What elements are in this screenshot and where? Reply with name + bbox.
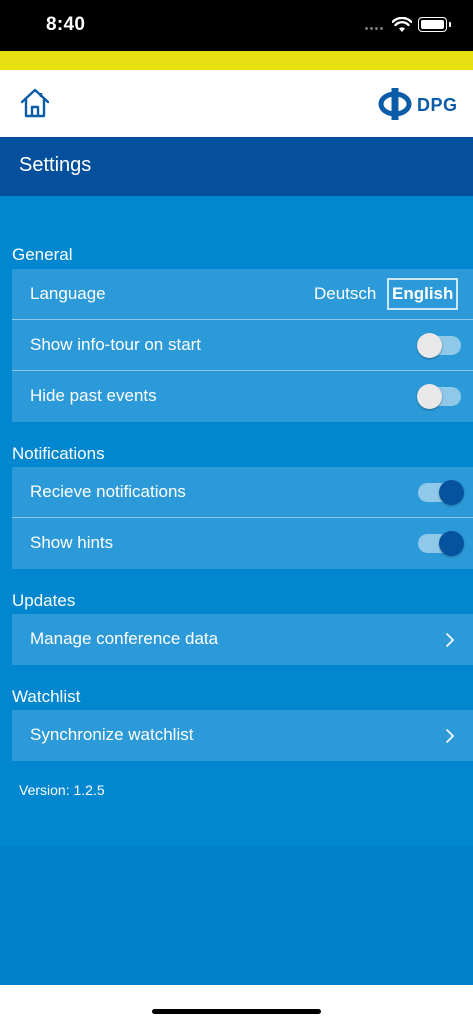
section-header-updates: Updates: [12, 591, 76, 610]
top-nav-bar: DPG: [0, 70, 473, 137]
logo-text: DPG: [417, 95, 458, 115]
wifi-icon: [392, 17, 412, 32]
synchronize-watchlist-label: Synchronize watchlist: [30, 725, 194, 744]
page-title: Settings: [19, 154, 92, 176]
title-bar: Settings: [0, 137, 473, 196]
show-hints-label: Show hints: [30, 533, 114, 552]
hide-past-events-row: Hide past events: [12, 371, 473, 422]
language-option-english[interactable]: English: [387, 278, 459, 310]
home-indicator[interactable]: [152, 1009, 321, 1014]
toggle-knob: [417, 384, 442, 409]
show-hints-toggle[interactable]: [418, 531, 464, 556]
language-label: Language: [30, 284, 106, 303]
phi-logo-icon: [378, 88, 412, 120]
dpg-logo: DPG: [377, 87, 457, 121]
synchronize-watchlist-row[interactable]: Synchronize watchlist: [12, 710, 473, 761]
content-bottom-area: [0, 846, 473, 985]
section-header-notifications: Notifications: [12, 444, 105, 463]
section-header-watchlist: Watchlist: [12, 687, 81, 706]
cellular-signal-icon: [365, 27, 385, 32]
language-row: Language Deutsch English: [12, 269, 473, 320]
manage-conference-data-label: Manage conference data: [30, 629, 219, 648]
home-indicator-area: [0, 985, 473, 1024]
settings-content: General Language Deutsch English Show in…: [0, 196, 473, 985]
home-icon[interactable]: [19, 87, 51, 119]
brand-accent-bar: [0, 51, 473, 70]
receive-notifications-label: Recieve notifications: [30, 482, 186, 501]
battery-icon: [418, 17, 451, 32]
status-bar: 8:40: [0, 0, 473, 51]
hide-past-events-toggle[interactable]: [417, 384, 461, 409]
manage-conference-data-row[interactable]: Manage conference data: [12, 614, 473, 665]
info-tour-label: Show info-tour on start: [30, 335, 202, 354]
show-hints-row: Show hints: [12, 518, 473, 569]
toggle-knob: [439, 531, 464, 556]
language-option-deutsch[interactable]: Deutsch: [314, 284, 376, 304]
info-tour-toggle[interactable]: [417, 333, 461, 358]
version-text: Version: 1.2.5: [19, 782, 105, 798]
receive-notifications-row: Recieve notifications: [12, 467, 473, 518]
status-time: 8:40: [46, 14, 86, 35]
chevron-right-icon: [446, 729, 454, 743]
info-tour-row: Show info-tour on start: [12, 320, 473, 371]
chevron-right-icon: [446, 633, 454, 647]
receive-notifications-toggle[interactable]: [418, 480, 464, 505]
section-header-general: General: [12, 245, 73, 264]
hide-past-events-label: Hide past events: [30, 386, 157, 405]
toggle-knob: [439, 480, 464, 505]
toggle-knob: [417, 333, 442, 358]
